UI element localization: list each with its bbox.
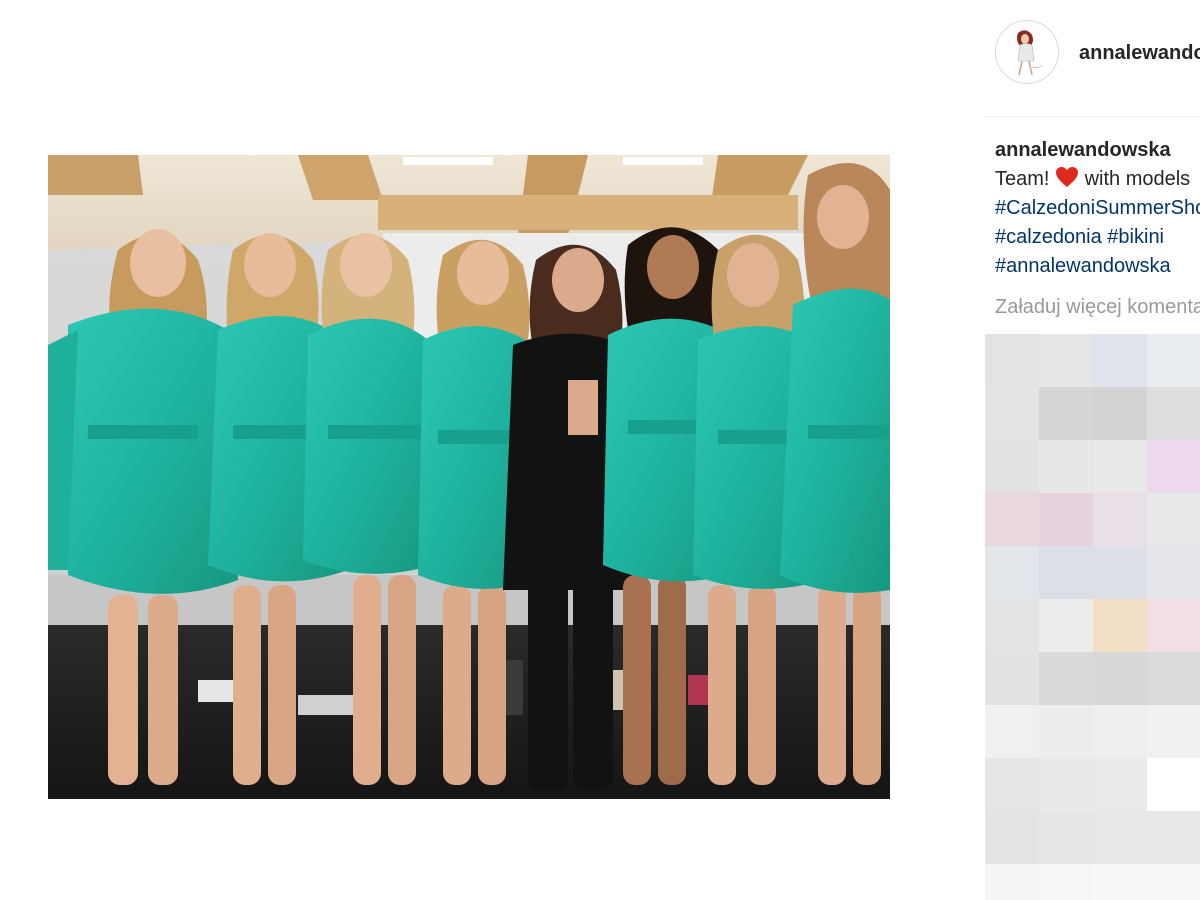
- caption-text-start: Team!: [995, 168, 1056, 190]
- blurred-comment-pixel: [985, 334, 1039, 387]
- blurred-comment-pixel: [1147, 546, 1200, 599]
- blurred-comment-pixel: [1039, 652, 1093, 705]
- post-photo-image: [48, 155, 890, 799]
- blurred-comment-pixel: [1039, 440, 1093, 493]
- blurred-comment-pixel: [985, 811, 1039, 864]
- blurred-comment-pixel: [1093, 387, 1147, 440]
- blurred-comment-pixel: [985, 493, 1039, 546]
- blurred-comment-pixel: [1039, 705, 1093, 758]
- blurred-comment-pixel: [1147, 652, 1200, 705]
- blurred-comment-pixel: [1093, 599, 1147, 652]
- blurred-comment-pixel: [1039, 387, 1093, 440]
- blurred-comment-pixel: [1039, 758, 1093, 811]
- post-author-username[interactable]: annalewandowska: [1079, 42, 1200, 65]
- post-caption: annalewandowska Team! with models #Calze…: [995, 136, 1200, 281]
- caption-username-line: annalewandowska: [995, 136, 1200, 165]
- blurred-comment-pixel: [985, 599, 1039, 652]
- blurred-comment-pixel: [1147, 440, 1200, 493]
- blurred-comments-area: [985, 334, 1200, 900]
- blurred-comment-pixel: [1093, 864, 1147, 900]
- blurred-comment-pixel: [985, 864, 1039, 900]
- hashtag-line-3[interactable]: #annalewandowska: [995, 252, 1200, 281]
- blurred-comment-pixel: [985, 440, 1039, 493]
- blurred-comment-pixel: [1147, 811, 1200, 864]
- blurred-comment-pixel: [985, 546, 1039, 599]
- instagram-post-page: annalewandowska annalewandowska Team! wi…: [0, 0, 1200, 900]
- load-more-comments-link[interactable]: Załaduj więcej komentarzy: [995, 296, 1200, 319]
- blurred-comment-pixel: [1093, 705, 1147, 758]
- hashtag-line-1[interactable]: #CalzedoniSummerShow: [995, 194, 1200, 223]
- avatar[interactable]: [995, 20, 1059, 84]
- blurred-comment-pixel: [1093, 652, 1147, 705]
- blurred-comment-pixel: [1093, 493, 1147, 546]
- blurred-comment-pixel: [985, 758, 1039, 811]
- blurred-comment-pixel: [1147, 334, 1200, 387]
- blurred-comment-pixel: [1147, 758, 1200, 811]
- blurred-comment-pixel: [985, 705, 1039, 758]
- blurred-comment-pixel: [1039, 334, 1093, 387]
- hashtag-line-2[interactable]: #calzedonia #bikini: [995, 223, 1200, 252]
- blurred-comment-pixel: [1093, 334, 1147, 387]
- blurred-comment-pixel: [1093, 758, 1147, 811]
- blurred-comment-pixel: [1039, 493, 1093, 546]
- blurred-comment-pixel: [1039, 599, 1093, 652]
- blurred-comment-pixel: [1093, 811, 1147, 864]
- post-sidebar: annalewandowska annalewandowska Team! wi…: [985, 0, 1200, 900]
- blurred-comment-pixel: [1147, 387, 1200, 440]
- blurred-comment-pixel: [985, 652, 1039, 705]
- post-photo[interactable]: [48, 155, 890, 799]
- blurred-comment-pixel: [1093, 440, 1147, 493]
- caption-text-end: with models: [1079, 168, 1191, 190]
- blurred-comment-pixel: [1147, 493, 1200, 546]
- blurred-comment-pixel: [1147, 705, 1200, 758]
- profile-avatar-icon: [996, 21, 1058, 83]
- blurred-comment-pixel: [985, 387, 1039, 440]
- blurred-comment-pixel: [1093, 546, 1147, 599]
- post-header: annalewandowska: [985, 0, 1200, 117]
- blurred-comment-pixel: [1147, 864, 1200, 900]
- caption-text-line: Team! with models: [995, 165, 1200, 194]
- blurred-comment-pixel: [1039, 546, 1093, 599]
- caption-username[interactable]: annalewandowska: [995, 139, 1171, 161]
- blurred-comment-pixel: [1147, 599, 1200, 652]
- red-heart-icon: [1055, 166, 1079, 188]
- blurred-comment-pixel: [1039, 864, 1093, 900]
- blurred-comment-pixel: [1039, 811, 1093, 864]
